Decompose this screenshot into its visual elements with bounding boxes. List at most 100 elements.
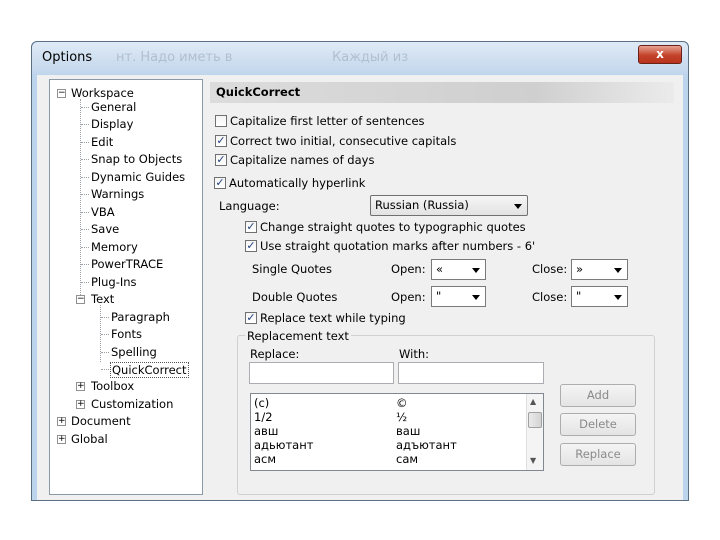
close-button[interactable]: x bbox=[638, 45, 682, 64]
language-select[interactable]: Russian (Russia) bbox=[370, 195, 528, 216]
capitalize-first-row[interactable]: Capitalize first letter of sentences bbox=[215, 114, 425, 128]
capitalize-first-label: Capitalize first letter of sentences bbox=[230, 114, 425, 128]
double-open-select[interactable]: " bbox=[431, 286, 486, 307]
dialog-client: − Workspace General Display Edit Snap to… bbox=[37, 75, 683, 500]
tree-item-display[interactable]: Display bbox=[91, 117, 133, 131]
single-open-select[interactable]: « bbox=[431, 259, 486, 280]
tree-item-global[interactable]: Global bbox=[71, 432, 108, 446]
list-item-replace: (c) bbox=[254, 396, 270, 410]
tree-item-spelling[interactable]: Spelling bbox=[111, 345, 157, 359]
list-item-replace: адьютант bbox=[254, 438, 314, 452]
list-item[interactable]: авш ваш bbox=[254, 424, 534, 438]
tree-item-vba[interactable]: VBA bbox=[91, 205, 115, 219]
expand-document-icon[interactable]: + bbox=[57, 417, 66, 426]
scroll-up-icon[interactable]: ▲ bbox=[530, 397, 536, 406]
chevron-down-icon bbox=[614, 295, 622, 300]
replacement-list[interactable]: (c) © 1/2 ½ авш ваш адьютант адъютант ас… bbox=[250, 393, 544, 471]
replace-while-typing-row[interactable]: ✓ Replace text while typing bbox=[245, 311, 406, 325]
list-item-replace: асм bbox=[254, 452, 277, 466]
capitalize-days-label: Capitalize names of days bbox=[230, 153, 375, 167]
collapse-workspace-icon[interactable]: − bbox=[57, 89, 66, 98]
change-quotes-checkbox[interactable]: ✓ bbox=[245, 221, 257, 233]
double-close-select[interactable]: " bbox=[571, 286, 628, 307]
list-item-with: © bbox=[396, 396, 408, 410]
close-icon: x bbox=[656, 47, 664, 61]
auto-hyperlink-checkbox[interactable]: ✓ bbox=[214, 177, 226, 189]
list-item[interactable]: асм сам bbox=[254, 452, 534, 466]
tree-item-workspace[interactable]: Workspace bbox=[71, 86, 134, 100]
tree-item-fonts[interactable]: Fonts bbox=[111, 327, 142, 341]
list-item-replace: авш bbox=[254, 424, 279, 438]
single-close-label: Close: bbox=[532, 262, 568, 276]
correct-two-initial-row[interactable]: ✓ Correct two initial, consecutive capit… bbox=[215, 134, 456, 148]
chevron-down-icon bbox=[514, 204, 522, 209]
list-item[interactable]: (c) © bbox=[254, 396, 534, 410]
replace-while-typing-checkbox[interactable]: ✓ bbox=[245, 312, 257, 324]
tree-item-save[interactable]: Save bbox=[91, 222, 119, 236]
double-close-value: " bbox=[576, 289, 582, 303]
capitalize-first-checkbox[interactable] bbox=[215, 115, 227, 127]
change-quotes-row[interactable]: ✓ Change straight quotes to typographic … bbox=[245, 220, 526, 234]
expand-customization-icon[interactable]: + bbox=[76, 400, 85, 409]
tree-item-warnings[interactable]: Warnings bbox=[91, 187, 144, 201]
replace-while-typing-label: Replace text while typing bbox=[260, 311, 406, 325]
correct-two-initial-checkbox[interactable]: ✓ bbox=[215, 135, 227, 147]
tree-item-text[interactable]: Text bbox=[91, 292, 114, 306]
list-item[interactable]: адьютант адъютант bbox=[254, 438, 534, 452]
capitalize-days-checkbox[interactable]: ✓ bbox=[215, 154, 227, 166]
delete-button[interactable]: Delete bbox=[560, 413, 636, 436]
collapse-text-icon[interactable]: − bbox=[76, 295, 85, 304]
options-tree[interactable]: − Workspace General Display Edit Snap to… bbox=[49, 79, 203, 495]
replace-button[interactable]: Replace bbox=[560, 443, 636, 466]
capitalize-days-row[interactable]: ✓ Capitalize names of days bbox=[215, 153, 374, 167]
tree-item-customization[interactable]: Customization bbox=[91, 397, 173, 411]
scroll-down-icon[interactable]: ▼ bbox=[530, 456, 536, 465]
tree-item-toolbox[interactable]: Toolbox bbox=[91, 379, 134, 393]
options-window: Options нт. Надо иметь в Каждый из x − W… bbox=[31, 41, 689, 501]
with-input[interactable] bbox=[398, 362, 544, 384]
tree-item-memory[interactable]: Memory bbox=[91, 240, 138, 254]
tree-item-dynamic-guides[interactable]: Dynamic Guides bbox=[91, 170, 185, 184]
tree-item-paragraph[interactable]: Paragraph bbox=[111, 310, 170, 324]
straight-after-numbers-row[interactable]: ✓ Use straight quotation marks after num… bbox=[245, 239, 535, 253]
list-item-with: адъютант bbox=[396, 438, 457, 452]
tree-item-plug-ins[interactable]: Plug-Ins bbox=[91, 275, 137, 289]
correct-two-initial-label: Correct two initial, consecutive capital… bbox=[230, 134, 457, 148]
auto-hyperlink-label: Automatically hyperlink bbox=[229, 176, 366, 190]
double-quotes-label: Double Quotes bbox=[252, 290, 338, 304]
window-title: Options bbox=[42, 50, 93, 65]
panel-header: QuickCorrect bbox=[210, 82, 674, 103]
single-open-label: Open: bbox=[391, 262, 426, 276]
tree-item-edit[interactable]: Edit bbox=[91, 135, 113, 149]
language-value: Russian (Russia) bbox=[375, 198, 469, 212]
with-label: With: bbox=[399, 347, 429, 361]
list-item-with: ваш bbox=[396, 424, 421, 438]
tree-item-document[interactable]: Document bbox=[71, 414, 131, 428]
background-ghost-text-2: Каждый из bbox=[332, 50, 409, 65]
background-ghost-text: нт. Надо иметь в bbox=[116, 50, 233, 65]
auto-hyperlink-row[interactable]: ✓ Automatically hyperlink bbox=[214, 176, 365, 190]
list-item-with: ½ bbox=[396, 410, 408, 424]
straight-after-numbers-checkbox[interactable]: ✓ bbox=[245, 240, 257, 252]
list-item-with: сам bbox=[396, 452, 419, 466]
single-open-value: « bbox=[436, 262, 444, 276]
double-close-label: Close: bbox=[532, 290, 568, 304]
change-quotes-label: Change straight quotes to typographic qu… bbox=[260, 220, 526, 234]
scroll-thumb[interactable] bbox=[528, 412, 542, 428]
replace-label: Replace: bbox=[250, 347, 300, 361]
tree-item-quickcorrect[interactable]: QuickCorrect bbox=[110, 362, 189, 378]
title-bar[interactable]: Options нт. Надо иметь в Каждый из x bbox=[32, 42, 688, 74]
straight-after-numbers-label: Use straight quotation marks after numbe… bbox=[260, 239, 536, 253]
replacement-text-label: Replacement text bbox=[245, 329, 351, 343]
single-close-select[interactable]: » bbox=[571, 259, 628, 280]
replace-input[interactable] bbox=[249, 362, 394, 384]
tree-item-general[interactable]: General bbox=[91, 100, 136, 114]
double-open-value: " bbox=[436, 289, 442, 303]
list-item[interactable]: 1/2 ½ bbox=[254, 410, 534, 424]
add-button[interactable]: Add bbox=[560, 384, 636, 407]
tree-item-snap-to-objects[interactable]: Snap to Objects bbox=[91, 152, 182, 166]
expand-global-icon[interactable]: + bbox=[57, 435, 66, 444]
tree-item-powertrace[interactable]: PowerTRACE bbox=[91, 257, 163, 271]
expand-toolbox-icon[interactable]: + bbox=[76, 382, 85, 391]
list-scrollbar[interactable]: ▲ ▼ bbox=[526, 394, 543, 470]
